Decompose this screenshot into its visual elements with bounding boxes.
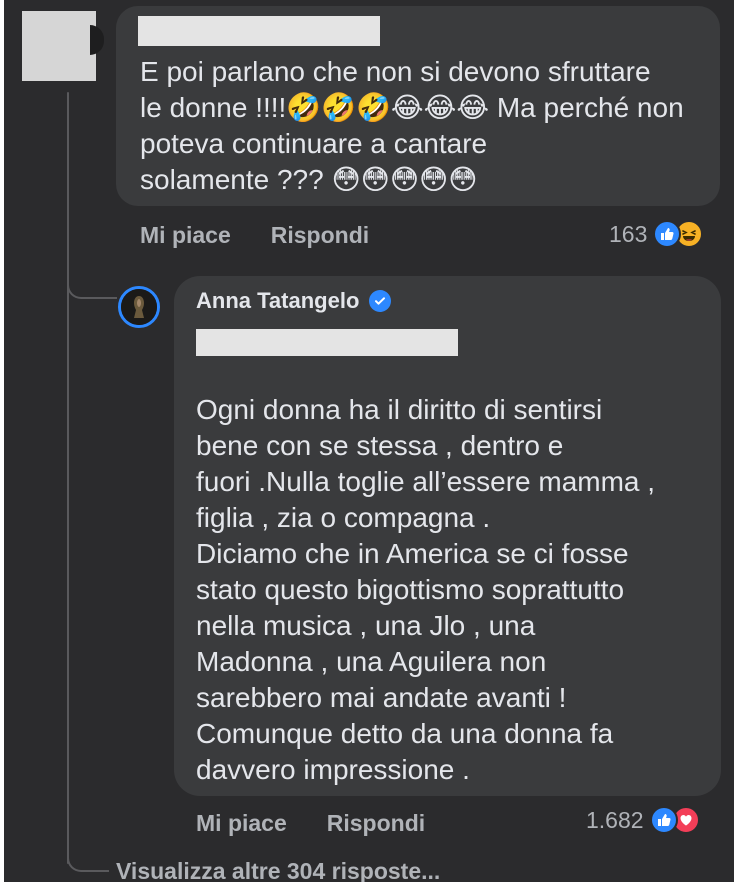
reply-text: Ogni donna ha il diritto di sentirsi ben… (196, 394, 656, 785)
redacted-avatar (22, 11, 96, 81)
comment-text: E poi parlano che non si devono sfruttar… (140, 56, 684, 195)
reaction-count: 1.682 (586, 806, 644, 833)
like-button[interactable]: Mi piace (140, 222, 231, 249)
like-icon (649, 806, 678, 834)
like-button[interactable]: Mi piace (196, 810, 287, 837)
reply-button[interactable]: Rispondi (271, 222, 369, 249)
view-more-replies-link[interactable]: Visualizza altre 304 risposte... (116, 858, 440, 882)
reply-author-name[interactable]: Anna Tatangelo (196, 288, 359, 314)
thread-connector-reply (67, 255, 117, 299)
thread-connector-more (67, 822, 109, 872)
reaction-count: 163 (609, 220, 648, 247)
reaction-summary[interactable]: 163 (609, 220, 704, 248)
comment-thread: E poi parlano che non si devono sfruttar… (4, 0, 734, 882)
author-avatar[interactable] (118, 286, 160, 328)
verified-badge-icon (369, 290, 392, 312)
comment-actions: Mi piace Rispondi (140, 222, 369, 249)
avatar-edge (90, 25, 104, 55)
thread-line (67, 92, 69, 864)
redacted-metadata (196, 329, 458, 356)
redacted-author-name (138, 16, 380, 46)
reply-actions: Mi piace Rispondi (196, 810, 425, 837)
reply-button[interactable]: Rispondi (327, 810, 425, 837)
reply-author-row: Anna Tatangelo (196, 288, 392, 314)
reaction-summary[interactable]: 1.682 (586, 806, 700, 834)
like-icon (653, 220, 682, 248)
